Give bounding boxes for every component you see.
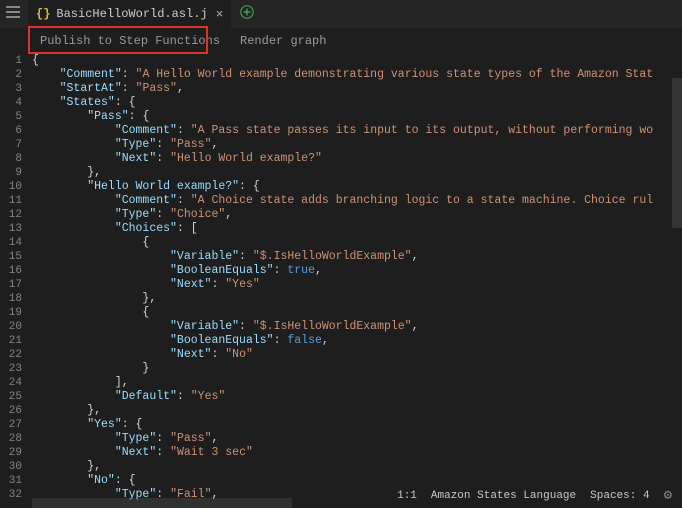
line-number: 26 — [0, 404, 22, 418]
code-line[interactable]: }, — [32, 292, 682, 306]
menu-icon[interactable] — [6, 6, 20, 18]
code-line[interactable]: "Pass": { — [32, 110, 682, 124]
line-number: 32 — [0, 488, 22, 502]
line-number: 19 — [0, 306, 22, 320]
line-number: 5 — [0, 110, 22, 124]
indent-mode[interactable]: Spaces: 4 — [590, 490, 649, 502]
line-number: 31 — [0, 474, 22, 488]
json-file-icon: {} — [36, 7, 50, 21]
code-content[interactable]: { "Comment": "A Hello World example demo… — [32, 54, 682, 508]
line-number: 14 — [0, 236, 22, 250]
add-tab-button[interactable] — [240, 5, 254, 24]
code-line[interactable]: "States": { — [32, 96, 682, 110]
code-line[interactable]: } — [32, 362, 682, 376]
line-number: 10 — [0, 180, 22, 194]
line-number: 25 — [0, 390, 22, 404]
close-icon[interactable]: × — [216, 7, 224, 22]
code-line[interactable]: }, — [32, 460, 682, 474]
code-line[interactable]: "Next": "Wait 3 sec" — [32, 446, 682, 460]
code-line[interactable]: ], — [32, 376, 682, 390]
status-bar: 1:1 Amazon States Language Spaces: 4 ⚙ — [393, 485, 676, 506]
code-line[interactable]: "Default": "Yes" — [32, 390, 682, 404]
line-number: 15 — [0, 250, 22, 264]
language-mode[interactable]: Amazon States Language — [431, 490, 576, 502]
line-number: 23 — [0, 362, 22, 376]
render-graph-action[interactable]: Render graph — [240, 34, 326, 48]
code-line[interactable]: { — [32, 54, 682, 68]
code-line[interactable]: "Next": "No" — [32, 348, 682, 362]
code-line[interactable]: "BooleanEquals": false, — [32, 334, 682, 348]
line-number: 20 — [0, 320, 22, 334]
code-line[interactable]: "Next": "Hello World example?" — [32, 152, 682, 166]
code-line[interactable]: "Next": "Yes" — [32, 278, 682, 292]
code-line[interactable]: "Variable": "$.IsHelloWorldExample", — [32, 250, 682, 264]
line-number: 18 — [0, 292, 22, 306]
line-number: 28 — [0, 432, 22, 446]
code-line[interactable]: "Hello World example?": { — [32, 180, 682, 194]
code-line[interactable]: "Comment": "A Pass state passes its inpu… — [32, 124, 682, 138]
gear-icon[interactable]: ⚙ — [664, 487, 672, 504]
line-number: 24 — [0, 376, 22, 390]
file-tab[interactable]: {} BasicHelloWorld.asl.j × — [28, 0, 232, 28]
code-line[interactable]: "Comment": "A Hello World example demons… — [32, 68, 682, 82]
code-line[interactable]: { — [32, 306, 682, 320]
line-number: 2 — [0, 68, 22, 82]
line-number: 4 — [0, 96, 22, 110]
vertical-scrollbar[interactable] — [672, 78, 682, 228]
code-line[interactable]: }, — [32, 404, 682, 418]
code-line[interactable]: { — [32, 236, 682, 250]
code-line[interactable]: "BooleanEquals": true, — [32, 264, 682, 278]
code-line[interactable]: "Comment": "A Choice state adds branchin… — [32, 194, 682, 208]
line-number: 11 — [0, 194, 22, 208]
line-number: 12 — [0, 208, 22, 222]
line-number: 13 — [0, 222, 22, 236]
file-tab-label: BasicHelloWorld.asl.j — [56, 7, 207, 21]
code-line[interactable]: }, — [32, 166, 682, 180]
code-lens-bar: Publish to Step Functions Render graph — [0, 28, 682, 54]
line-number: 8 — [0, 152, 22, 166]
code-line[interactable]: "Type": "Choice", — [32, 208, 682, 222]
code-line[interactable]: "StartAt": "Pass", — [32, 82, 682, 96]
line-number: 30 — [0, 460, 22, 474]
plus-icon — [240, 5, 254, 19]
line-number-gutter: 1234567891011121314151617181920212223242… — [0, 54, 32, 508]
line-number: 27 — [0, 418, 22, 432]
tab-bar: {} BasicHelloWorld.asl.j × — [0, 0, 682, 28]
line-number: 3 — [0, 82, 22, 96]
code-line[interactable]: "Yes": { — [32, 418, 682, 432]
line-number: 29 — [0, 446, 22, 460]
line-number: 9 — [0, 166, 22, 180]
line-number: 22 — [0, 348, 22, 362]
publish-action[interactable]: Publish to Step Functions — [40, 34, 220, 48]
editor-area[interactable]: 1234567891011121314151617181920212223242… — [0, 54, 682, 508]
horizontal-scrollbar[interactable] — [32, 498, 292, 508]
line-number: 1 — [0, 54, 22, 68]
line-number: 16 — [0, 264, 22, 278]
code-line[interactable]: "Type": "Pass", — [32, 432, 682, 446]
line-number: 17 — [0, 278, 22, 292]
cursor-position[interactable]: 1:1 — [397, 490, 417, 502]
line-number: 21 — [0, 334, 22, 348]
line-number: 6 — [0, 124, 22, 138]
code-line[interactable]: "Type": "Pass", — [32, 138, 682, 152]
line-number: 7 — [0, 138, 22, 152]
code-line[interactable]: "Choices": [ — [32, 222, 682, 236]
code-line[interactable]: "Variable": "$.IsHelloWorldExample", — [32, 320, 682, 334]
